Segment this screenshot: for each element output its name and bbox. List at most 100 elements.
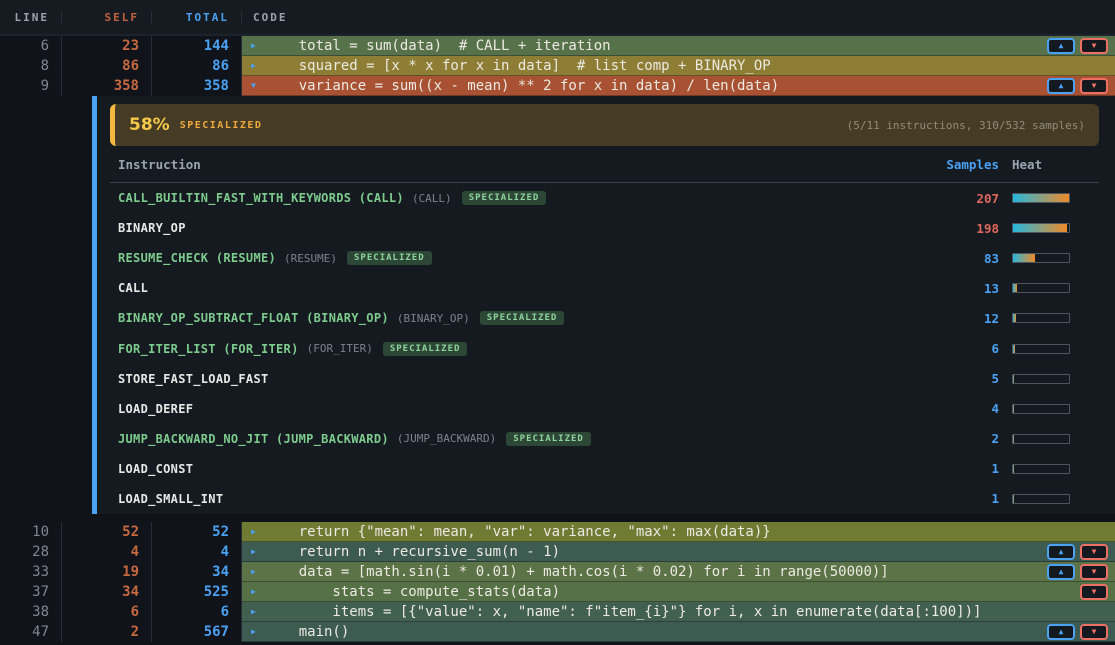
instruction-samples: 4 <box>991 401 999 416</box>
panel-left-gutter <box>0 96 92 514</box>
instruction-samples: 5 <box>991 371 999 386</box>
detail-panel: 58% SPECIALIZED (5/11 instructions, 310/… <box>0 96 1115 514</box>
down-arrow-icon: ▼ <box>1092 41 1097 50</box>
instruction-row: BINARY_OP_SUBTRACT_FLOAT (BINARY_OP) (BI… <box>110 303 1099 333</box>
self-samples: 4 <box>62 542 152 562</box>
instruction-base-name: (CALL) <box>412 192 452 205</box>
line-number: 10 <box>0 522 62 542</box>
instruction-name: JUMP_BACKWARD_NO_JIT (JUMP_BACKWARD) <box>118 432 389 446</box>
total-samples: 525 <box>152 582 242 602</box>
heat-bar <box>1012 344 1070 354</box>
heat-bar-fill <box>1013 495 1014 503</box>
code-text: data = [math.sin(i * 0.01) + math.cos(i … <box>265 564 889 580</box>
down-arrow-icon: ▼ <box>1092 81 1097 90</box>
specialization-profiler: LINE SELF TOTAL CODE 6 23 144 ▶ total = … <box>0 0 1115 645</box>
code-cell[interactable]: ▶ main() ▲ ▼ <box>242 622 1115 642</box>
instruction-name: CALL <box>118 281 148 295</box>
code-text: stats = compute_stats(data) <box>265 584 560 600</box>
expand-toggle-icon[interactable]: ▶ <box>251 587 265 596</box>
up-arrow-icon: ▲ <box>1059 41 1064 50</box>
self-samples: 358 <box>62 76 152 96</box>
instruction-row: LOAD_CONST SPECIALIZED 1 <box>110 454 1099 484</box>
instruction-name: LOAD_CONST <box>118 462 193 476</box>
specialization-percent: 58% <box>129 115 170 135</box>
heat-bar <box>1012 283 1070 293</box>
code-cell[interactable]: ▶ total = sum(data) # CALL + iteration ▲… <box>242 36 1115 56</box>
heat-bar-fill <box>1013 375 1014 383</box>
code-row[interactable]: 47 2 567 ▶ main() ▲ ▼ <box>0 622 1115 642</box>
code-row[interactable]: 33 19 34 ▶ data = [math.sin(i * 0.01) + … <box>0 562 1115 582</box>
instruction-base-name: (BINARY_OP) <box>397 312 470 325</box>
instruction-samples: 1 <box>991 491 999 506</box>
heat-bar-fill <box>1013 314 1016 322</box>
expand-toggle-icon[interactable]: ▶ <box>251 547 265 556</box>
code-cell[interactable]: ▶ items = [{"value": x, "name": f"item_{… <box>242 602 1115 622</box>
self-samples: 52 <box>62 522 152 542</box>
jump-down-button[interactable]: ▼ <box>1080 38 1108 54</box>
expand-toggle-icon[interactable]: ▶ <box>251 607 265 616</box>
collapse-toggle-icon[interactable]: ▼ <box>251 81 265 90</box>
code-text: squared = [x * x for x in data] # list c… <box>265 58 771 74</box>
row-actions: ▲ ▼ <box>1047 38 1108 54</box>
code-row[interactable]: 37 34 525 ▶ stats = compute_stats(data) … <box>0 582 1115 602</box>
expand-toggle-icon[interactable]: ▶ <box>251 567 265 576</box>
instruction-samples: 1 <box>991 461 999 476</box>
column-header-line: LINE <box>0 11 62 24</box>
code-cell[interactable]: ▶ stats = compute_stats(data) ▲ ▼ <box>242 582 1115 602</box>
down-arrow-icon: ▼ <box>1092 587 1097 596</box>
heat-bar <box>1012 494 1070 504</box>
heat-bar-fill <box>1013 435 1014 443</box>
expand-toggle-icon[interactable]: ▶ <box>251 527 265 536</box>
specialized-badge: SPECIALIZED <box>347 251 432 265</box>
code-row[interactable]: 8 86 86 ▶ squared = [x * x for x in data… <box>0 56 1115 76</box>
instruction-name: STORE_FAST_LOAD_FAST <box>118 372 269 386</box>
specialized-badge: SPECIALIZED <box>462 191 547 205</box>
jump-down-button[interactable]: ▼ <box>1080 78 1108 94</box>
line-number: 33 <box>0 562 62 582</box>
jump-down-button[interactable]: ▼ <box>1080 584 1108 600</box>
jump-down-button[interactable]: ▼ <box>1080 624 1108 640</box>
jump-up-button[interactable]: ▲ <box>1047 624 1075 640</box>
up-arrow-icon: ▲ <box>1059 627 1064 636</box>
jump-up-button[interactable]: ▲ <box>1047 544 1075 560</box>
instruction-row: CALL_BUILTIN_FAST_WITH_KEYWORDS (CALL) (… <box>110 183 1099 213</box>
code-row-expanded[interactable]: 9 358 358 ▼ variance = sum((x - mean) **… <box>0 76 1115 96</box>
code-row[interactable]: 10 52 52 ▶ return {"mean": mean, "var": … <box>0 522 1115 542</box>
instruction-name: LOAD_DEREF <box>118 402 193 416</box>
heat-column-header: Heat <box>1012 157 1070 172</box>
row-actions: ▲ ▼ <box>1047 564 1108 580</box>
table-header: LINE SELF TOTAL CODE <box>0 0 1115 36</box>
specialization-banner: 58% SPECIALIZED (5/11 instructions, 310/… <box>110 104 1099 146</box>
row-actions: ▲ ▼ <box>1047 78 1108 94</box>
instruction-samples: 2 <box>991 431 999 446</box>
jump-down-button[interactable]: ▼ <box>1080 564 1108 580</box>
heat-bar-fill <box>1013 194 1069 202</box>
instruction-row: BINARY_OP SPECIALIZED 198 <box>110 213 1099 243</box>
code-row[interactable]: 6 23 144 ▶ total = sum(data) # CALL + it… <box>0 36 1115 56</box>
specialized-badge: SPECIALIZED <box>506 432 591 446</box>
heat-bar <box>1012 253 1070 263</box>
self-samples: 23 <box>62 36 152 56</box>
code-cell[interactable]: ▶ return n + recursive_sum(n - 1) ▲ ▼ <box>242 542 1115 562</box>
line-number: 37 <box>0 582 62 602</box>
expand-toggle-icon[interactable]: ▶ <box>251 627 265 636</box>
jump-up-button[interactable]: ▲ <box>1047 38 1075 54</box>
heat-bar <box>1012 223 1070 233</box>
expand-toggle-icon[interactable]: ▶ <box>251 41 265 50</box>
heat-bar <box>1012 404 1070 414</box>
code-row[interactable]: 28 4 4 ▶ return n + recursive_sum(n - 1)… <box>0 542 1115 562</box>
jump-down-button[interactable]: ▼ <box>1080 544 1108 560</box>
specialized-badge: SPECIALIZED <box>480 311 565 325</box>
code-cell[interactable]: ▶ data = [math.sin(i * 0.01) + math.cos(… <box>242 562 1115 582</box>
jump-up-button[interactable]: ▲ <box>1047 78 1075 94</box>
expand-toggle-icon[interactable]: ▶ <box>251 61 265 70</box>
instruction-row: CALL SPECIALIZED 13 <box>110 273 1099 303</box>
code-cell[interactable]: ▶ return {"mean": mean, "var": variance,… <box>242 522 1115 542</box>
code-row[interactable]: 38 6 6 ▶ items = [{"value": x, "name": f… <box>0 602 1115 622</box>
code-cell[interactable]: ▶ squared = [x * x for x in data] # list… <box>242 56 1115 76</box>
code-cell[interactable]: ▼ variance = sum((x - mean) ** 2 for x i… <box>242 76 1115 96</box>
heat-bar <box>1012 374 1070 384</box>
instruction-row: STORE_FAST_LOAD_FAST SPECIALIZED 5 <box>110 364 1099 394</box>
jump-up-button[interactable]: ▲ <box>1047 564 1075 580</box>
heat-bar <box>1012 464 1070 474</box>
